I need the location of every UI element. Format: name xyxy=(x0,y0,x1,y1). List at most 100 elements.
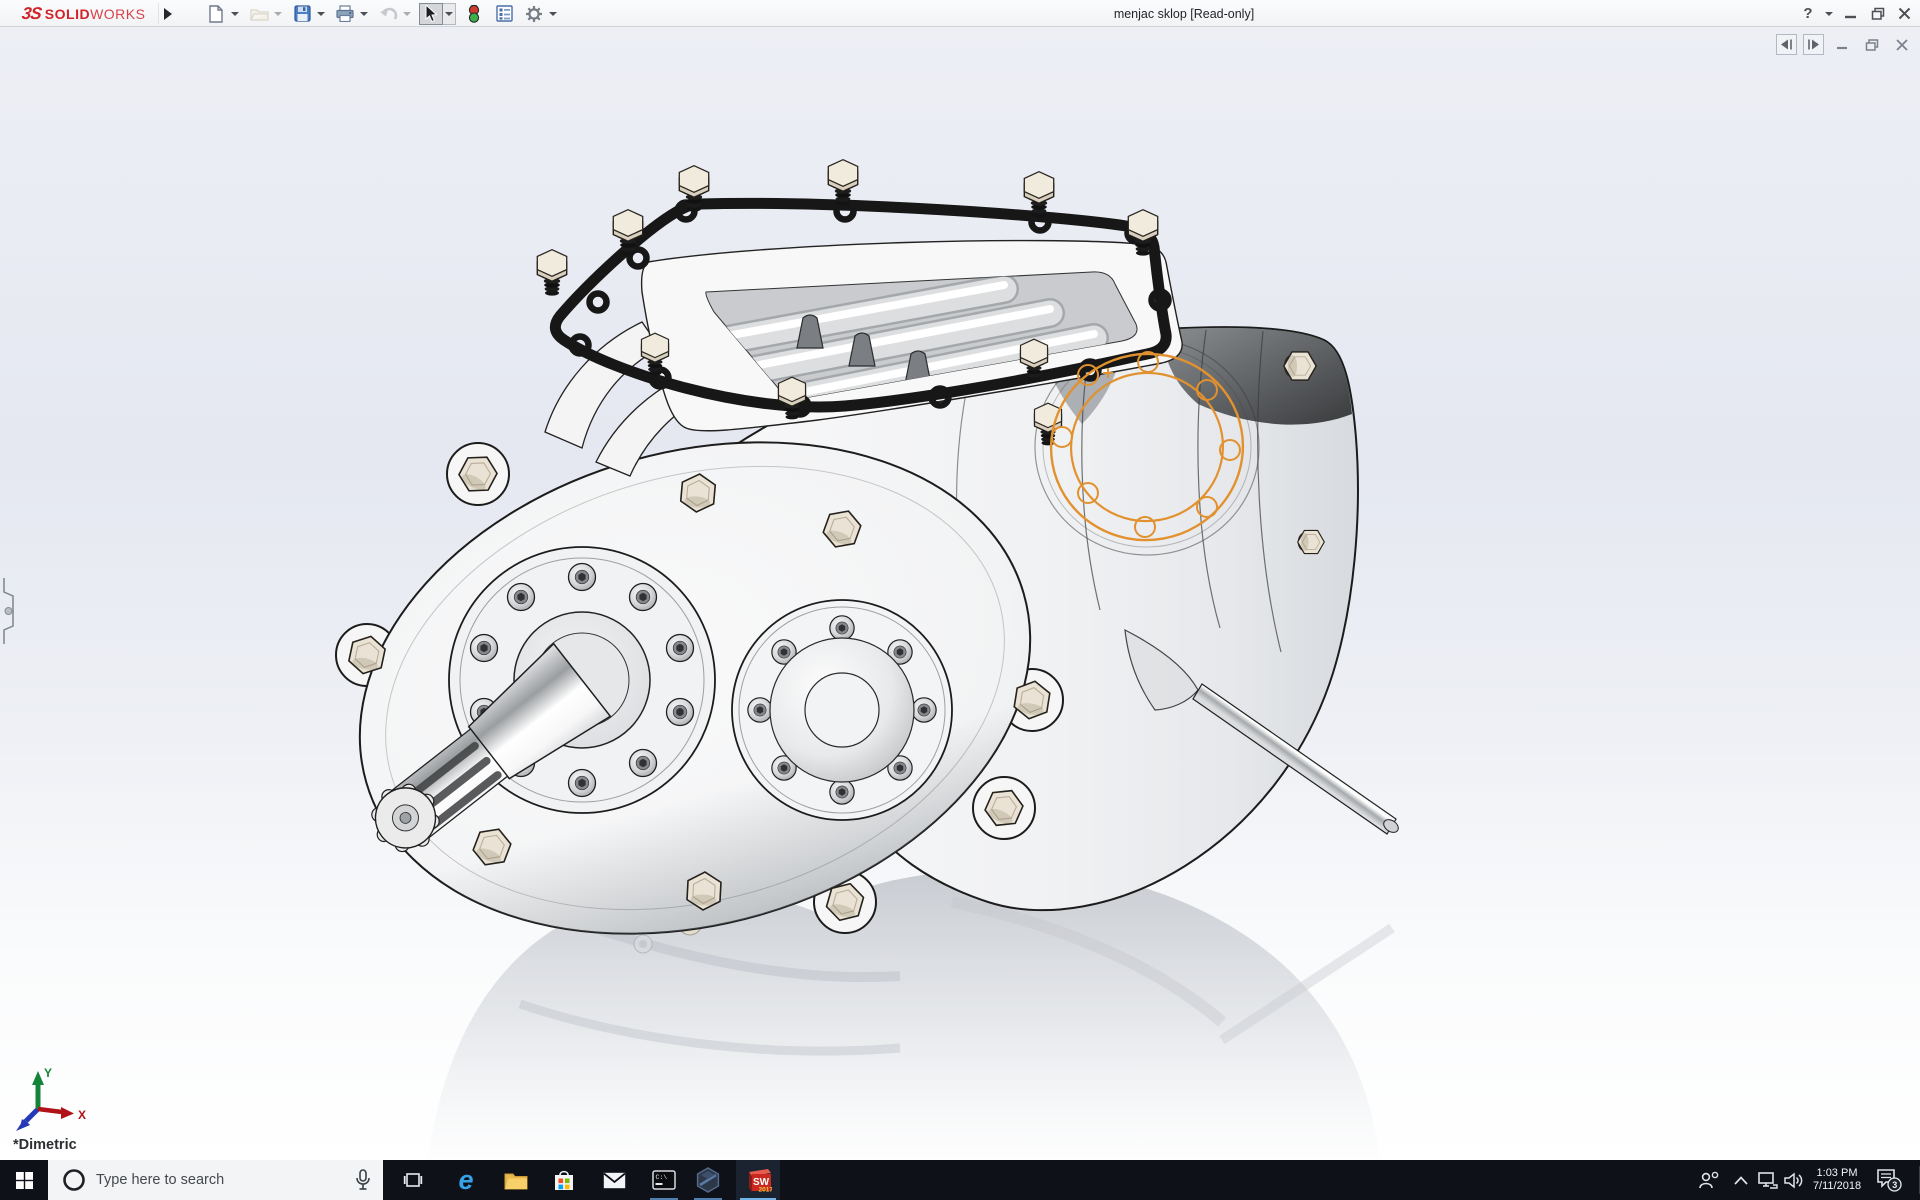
quick-access-toolbar xyxy=(204,2,559,25)
close-icon xyxy=(1896,39,1908,51)
new-document-dropdown[interactable] xyxy=(228,3,241,25)
splitter-handle-icon xyxy=(0,578,14,644)
taskbar-hexagon-app[interactable] xyxy=(686,1160,730,1200)
doc-minimize-button[interactable] xyxy=(1830,34,1854,55)
undo-arrow-icon xyxy=(379,6,398,21)
options-button[interactable] xyxy=(522,3,546,25)
svg-text:C:\: C:\ xyxy=(656,1174,668,1181)
open-folder-icon xyxy=(250,6,269,21)
svg-text:2017: 2017 xyxy=(758,1186,772,1193)
solidworks-wordmark: SOLIDWORKS xyxy=(45,6,146,22)
minimize-icon xyxy=(1836,39,1848,51)
minimize-icon xyxy=(1844,7,1857,20)
triad-x-label: X xyxy=(78,1108,86,1122)
mail-icon xyxy=(603,1172,626,1189)
taskbar-command-prompt[interactable]: C:\ xyxy=(642,1160,686,1200)
notification-badge: 3 xyxy=(1892,1180,1897,1190)
select-tool-button[interactable] xyxy=(419,3,443,25)
speaker-icon xyxy=(1784,1172,1804,1189)
microphone-icon[interactable] xyxy=(355,1169,371,1191)
restore-icon xyxy=(1865,39,1879,51)
taskbar-file-explorer[interactable] xyxy=(494,1160,538,1200)
orientation-triad: Y X xyxy=(6,1065,102,1143)
maximize-button[interactable] xyxy=(1864,0,1891,27)
tray-time: 1:03 PM xyxy=(1817,1167,1858,1180)
store-icon xyxy=(554,1170,574,1191)
save-button[interactable] xyxy=(290,3,314,25)
gearbox-assembly-model[interactable] xyxy=(0,27,1920,1160)
network-button[interactable] xyxy=(1754,1160,1782,1200)
print-button[interactable] xyxy=(333,3,357,25)
solidworks-2017-icon: SW 2017 xyxy=(745,1168,772,1193)
help-dropdown[interactable] xyxy=(1821,0,1837,27)
start-button[interactable] xyxy=(0,1160,48,1200)
window-title: menjac sklop [Read-only] xyxy=(1114,0,1254,27)
task-view-button[interactable] xyxy=(391,1160,435,1200)
taskbar-search[interactable] xyxy=(48,1160,383,1200)
action-center-icon: 3 xyxy=(1876,1168,1902,1192)
close-icon xyxy=(1898,7,1911,20)
triad-y-label: Y xyxy=(44,1066,52,1080)
open-dropdown[interactable] xyxy=(271,3,284,25)
window-controls: ? xyxy=(1795,0,1918,27)
solidworks-window: 3S SOLIDWORKS xyxy=(0,0,1920,1200)
panel-collapse-tab[interactable] xyxy=(0,578,14,644)
search-input[interactable] xyxy=(96,1172,336,1188)
gear-icon xyxy=(525,5,543,23)
windows-logo-icon xyxy=(16,1172,33,1189)
document-window-controls xyxy=(1776,34,1914,55)
minimize-button[interactable] xyxy=(1837,0,1864,27)
tray-overflow-button[interactable] xyxy=(1728,1160,1754,1200)
play-arrow-icon xyxy=(163,8,173,20)
task-view-icon xyxy=(403,1171,423,1189)
people-button[interactable] xyxy=(1694,1160,1724,1200)
dassault-monogram-icon: 3S xyxy=(21,4,43,24)
titlebar: 3S SOLIDWORKS xyxy=(0,0,1920,27)
property-list-icon xyxy=(496,5,513,22)
taskbar-mail[interactable] xyxy=(592,1160,636,1200)
new-document-icon xyxy=(208,5,224,23)
taskbar-solidworks[interactable]: SW 2017 xyxy=(736,1160,780,1200)
people-icon xyxy=(1698,1171,1720,1189)
doc-close-button[interactable] xyxy=(1890,34,1914,55)
restore-icon xyxy=(1871,7,1885,20)
options-dropdown[interactable] xyxy=(546,3,559,25)
command-prompt-icon: C:\ xyxy=(652,1170,676,1190)
help-button[interactable]: ? xyxy=(1795,0,1821,27)
file-explorer-icon xyxy=(504,1171,528,1190)
save-dropdown[interactable] xyxy=(314,3,327,25)
undo-button[interactable] xyxy=(376,3,400,25)
pane-left-arrow-icon xyxy=(1780,39,1793,50)
traffic-light-icon xyxy=(468,4,480,23)
secondary-bearing-cover[interactable] xyxy=(732,600,952,820)
menu-flyout-arrow[interactable] xyxy=(158,3,176,24)
solidworks-logo: 3S SOLIDWORKS xyxy=(22,0,145,27)
save-floppy-icon xyxy=(294,5,311,22)
taskbar-store[interactable] xyxy=(542,1160,586,1200)
open-button[interactable] xyxy=(247,3,271,25)
windows-taskbar: e C: xyxy=(0,1160,1920,1200)
tray-date: 7/11/2018 xyxy=(1813,1180,1861,1193)
previous-pane-button[interactable] xyxy=(1776,34,1797,55)
print-icon xyxy=(336,5,354,22)
graphics-viewport[interactable]: Y X *Dimetric xyxy=(0,27,1920,1160)
undo-dropdown[interactable] xyxy=(400,3,413,25)
network-icon xyxy=(1758,1172,1778,1189)
pane-right-arrow-icon xyxy=(1807,39,1820,50)
new-document-button[interactable] xyxy=(204,3,228,25)
taskbar-edge[interactable]: e xyxy=(444,1160,488,1200)
next-pane-button[interactable] xyxy=(1803,34,1824,55)
doc-restore-button[interactable] xyxy=(1860,34,1884,55)
hexagon-app-icon xyxy=(695,1167,721,1193)
select-cursor-icon xyxy=(424,5,438,22)
print-dropdown[interactable] xyxy=(357,3,370,25)
select-tool-dropdown[interactable] xyxy=(443,3,456,25)
view-orientation-label: *Dimetric xyxy=(13,1137,77,1153)
action-center-button[interactable]: 3 xyxy=(1872,1160,1906,1200)
view-safety-button[interactable] xyxy=(462,3,486,25)
chevron-up-icon xyxy=(1734,1176,1748,1185)
display-settings-button[interactable] xyxy=(492,3,516,25)
taskbar-clock[interactable]: 1:03 PM 7/11/2018 xyxy=(1804,1160,1870,1200)
close-button[interactable] xyxy=(1891,0,1918,27)
cortana-icon xyxy=(62,1168,86,1192)
